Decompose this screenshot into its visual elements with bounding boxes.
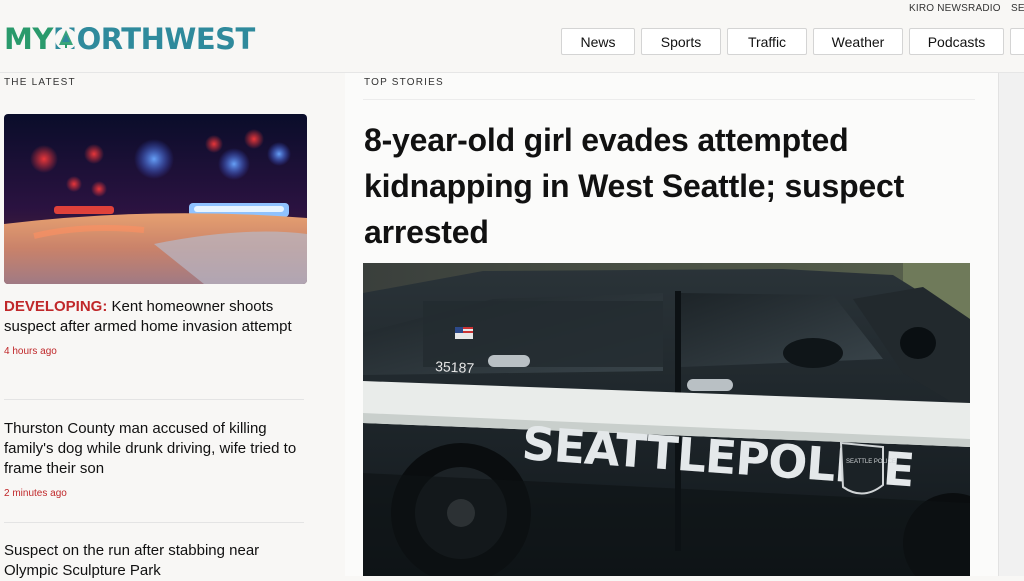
door-badge-text: SEATTLE POLICE xyxy=(846,459,896,465)
nav-more[interactable] xyxy=(1010,28,1024,55)
unit-number: 35187 xyxy=(435,358,475,376)
latest-story-1[interactable]: DEVELOPING: Kent homeowner shoots suspec… xyxy=(4,297,304,357)
right-rail xyxy=(998,73,1024,576)
top-stories-column: TOP STORIES 8-year-old girl evades attem… xyxy=(345,73,998,576)
story-title[interactable]: DEVELOPING: Kent homeowner shoots suspec… xyxy=(4,297,304,337)
latest-story-3[interactable]: Suspect on the run after stabbing near O… xyxy=(4,541,304,581)
latest-story-2[interactable]: Thurston County man accused of killing f… xyxy=(4,419,304,499)
story-divider xyxy=(4,522,304,523)
nav-sports[interactable]: Sports xyxy=(641,28,721,55)
top-story-hero-image[interactable]: 35187 SEATTLEPOLICE SEATTLE POLICE xyxy=(363,263,970,576)
logo-northwest: NORTHWEST xyxy=(52,22,255,56)
utility-link-se[interactable]: SE xyxy=(1011,3,1024,14)
story-timestamp: 2 minutes ago xyxy=(4,488,67,499)
nav-news[interactable]: News xyxy=(561,28,635,55)
story-timestamp: 4 hours ago xyxy=(4,346,57,357)
story-title[interactable]: Thurston County man accused of killing f… xyxy=(4,419,304,479)
site-header: MY NORTHWEST News Sports Traffic Weather… xyxy=(0,16,1024,72)
logo-my: MY xyxy=(4,22,53,56)
nav-weather[interactable]: Weather xyxy=(813,28,903,55)
police-lights-image xyxy=(4,114,307,284)
top-story-headline[interactable]: 8-year-old girl evades attempted kidnapp… xyxy=(364,117,984,255)
top-stories-section-label: TOP STORIES xyxy=(364,77,444,88)
latest-column: THE LATEST DEVELOPING: Kent homeowner sh… xyxy=(0,73,334,579)
section-divider xyxy=(363,99,975,100)
logo-tree-icon xyxy=(55,28,77,50)
utility-bar: KIRO NEWSRADIO SE xyxy=(0,0,1024,16)
nav-podcasts[interactable]: Podcasts xyxy=(909,28,1004,55)
story-divider xyxy=(4,399,304,400)
site-logo[interactable]: MY NORTHWEST xyxy=(4,22,255,56)
developing-tag: DEVELOPING: xyxy=(4,298,108,315)
main-nav: News Sports Traffic Weather Podcasts xyxy=(561,28,1024,55)
latest-story-thumbnail[interactable] xyxy=(4,114,307,284)
story-title[interactable]: Suspect on the run after stabbing near O… xyxy=(4,541,304,581)
police-suv-photo: 35187 SEATTLEPOLICE SEATTLE POLICE xyxy=(363,263,970,576)
nav-traffic[interactable]: Traffic xyxy=(727,28,807,55)
latest-section-label: THE LATEST xyxy=(4,77,76,88)
utility-link-kiro[interactable]: KIRO NEWSRADIO xyxy=(909,3,1001,14)
